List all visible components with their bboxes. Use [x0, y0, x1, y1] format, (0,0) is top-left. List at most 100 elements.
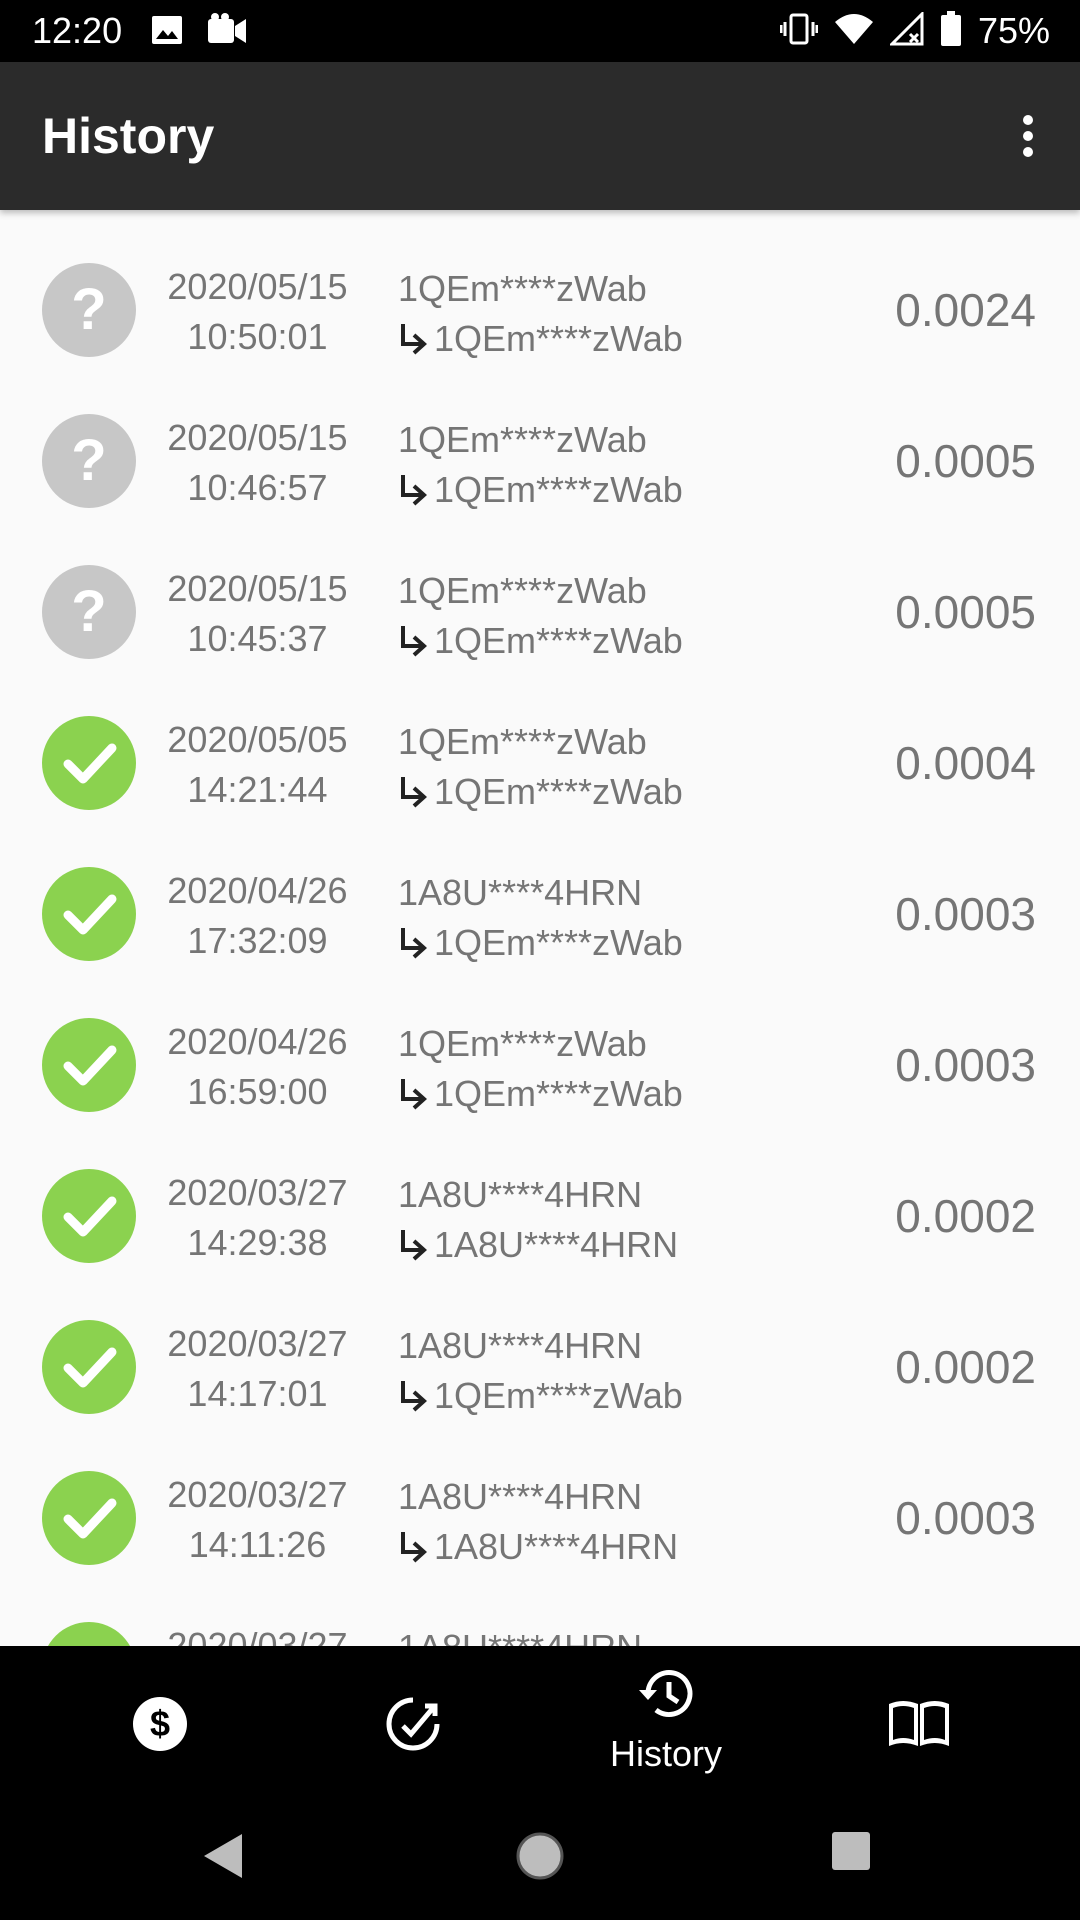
- tx-amount: 0.0003: [895, 1039, 1036, 1091]
- tx-to-address: 1QEm****zWab: [434, 1375, 683, 1416]
- list-item[interactable]: 2020/03/27 14:17:01 1A8U****4HRN 1QEm****zW…: [0, 1267, 1080, 1418]
- nav-label-history: History: [609, 1733, 722, 1774]
- tx-to-row: 1A8U****4HRN: [398, 1522, 678, 1572]
- arrow-down-right-icon: [401, 626, 427, 657]
- home-button[interactable]: [514, 1830, 566, 1887]
- check-circle-icon: [42, 1320, 136, 1414]
- question-circle-icon: ?: [42, 263, 136, 357]
- tx-addresses: 1A8U****4HRN 1A8U****4HRN: [398, 1472, 678, 1572]
- tx-amount: 0.0004: [895, 737, 1036, 789]
- tx-time: 17:32:09: [187, 920, 328, 961]
- arrow-down-right-icon: [401, 1381, 427, 1412]
- tx-date: 2020/03/27: [167, 1625, 348, 1646]
- tx-to-row: 1QEm****zWab: [398, 616, 683, 666]
- tx-date: 2020/03/27: [167, 1323, 348, 1364]
- list-item[interactable]: ? 2020/05/15 10:45:37 1QEm****zWab 1QEm****z…: [0, 512, 1080, 663]
- arrow-down-right-icon: [401, 928, 427, 959]
- status-time: 12:20: [32, 10, 123, 51]
- tx-date: 2020/05/15: [167, 568, 348, 609]
- tx-date: 2020/03/27: [167, 1474, 348, 1515]
- list-item[interactable]: ? 2020/05/15 10:46:57 1QEm****zWab 1QEm****z…: [0, 361, 1080, 512]
- svg-text:$: $: [150, 1703, 170, 1744]
- tx-time: 14:21:44: [187, 769, 328, 810]
- tx-from-address: 1A8U****4HRN: [398, 1174, 643, 1215]
- tx-addresses: 1A8U****4HRN 1QEm****zWab: [398, 1321, 683, 1421]
- recents-icon: [832, 1832, 870, 1870]
- tx-datetime: 2020/05/15 10:46:57: [150, 413, 365, 513]
- status-right: 75%: [779, 9, 1050, 53]
- status-left-icons: [150, 13, 248, 52]
- arrow-down-right-icon: [401, 1532, 427, 1563]
- tx-to-row: 1QEm****zWab: [398, 767, 683, 817]
- list-item[interactable]: 2020/03/27 14:29:38 1A8U****4HRN 1A8U****4H…: [0, 1116, 1080, 1267]
- tx-amount: 0.0002: [895, 1190, 1036, 1242]
- tx-amount: 0.0005: [895, 586, 1036, 638]
- video-icon: [206, 13, 248, 52]
- recents-button[interactable]: [830, 1830, 872, 1877]
- history-icon: [639, 1670, 693, 1717]
- check-circle-icon: [42, 1471, 136, 1565]
- nav-item-send[interactable]: [278, 1646, 548, 1800]
- tx-to-address: 1A8U****4HRN: [434, 1526, 679, 1567]
- tx-datetime: 2020/03/27: [150, 1621, 365, 1646]
- question-circle-icon: ?: [42, 565, 136, 659]
- app-bar: History: [0, 62, 1080, 210]
- tx-from-address: 1A8U****4HRN: [398, 1476, 643, 1517]
- tx-addresses: 1A8U****4HRN 1A8U****4HRN: [398, 1170, 678, 1270]
- tx-addresses: 1QEm****zWab 1QEm****zWab: [398, 717, 683, 817]
- tx-amount: 0.0003: [895, 888, 1036, 940]
- list-item[interactable]: 2020/03/27 14:11:26 1A8U****4HRN 1A8U****4H…: [0, 1418, 1080, 1569]
- nav-item-history[interactable]: History: [531, 1646, 801, 1800]
- system-nav: [0, 1800, 1080, 1920]
- tx-from-address: 1A8U****4HRN: [398, 1325, 643, 1366]
- tx-datetime: 2020/05/15 10:45:37: [150, 564, 365, 664]
- page-title: History: [42, 108, 215, 164]
- tx-addresses: 1QEm****zWab 1QEm****zWab: [398, 1019, 683, 1119]
- arrow-down-right-icon: [401, 475, 427, 506]
- wifi-icon: [834, 12, 874, 51]
- tx-to-address: 1QEm****zWab: [434, 922, 683, 963]
- tx-from-address: 1QEm****zWab: [398, 268, 647, 309]
- svg-text:?: ?: [71, 277, 106, 342]
- tx-to-row: 1QEm****zWab: [398, 465, 683, 515]
- tx-to-address: 1QEm****zWab: [434, 771, 683, 812]
- tx-to-address: 1QEm****zWab: [434, 469, 683, 510]
- list-item[interactable]: ? 2020/05/15 10:50:01 1QEm****zWab 1QEm****z…: [0, 210, 1080, 361]
- check-circle-icon: [42, 867, 136, 961]
- arrow-down-right-icon: [401, 777, 427, 808]
- battery-percent: 75%: [977, 10, 1050, 51]
- list-item[interactable]: 2020/04/26 17:32:09 1A8U****4HRN 1QEm****zW…: [0, 814, 1080, 965]
- tx-to-address: 1A8U****4HRN: [434, 1224, 679, 1265]
- tx-to-row: 1QEm****zWab: [398, 1069, 683, 1119]
- home-icon: [516, 1832, 564, 1880]
- overflow-menu-button[interactable]: [1006, 106, 1050, 166]
- tx-datetime: 2020/03/27 14:11:26: [150, 1470, 365, 1570]
- tx-to-row: 1QEm****zWab: [398, 1371, 683, 1421]
- battery-icon: [940, 10, 962, 52]
- tx-time: 10:46:57: [187, 467, 328, 508]
- tx-addresses: 1A8U****4HRN: [398, 1623, 642, 1646]
- list-item[interactable]: 2020/04/26 16:59:00 1QEm****zWab 1QEm****zW…: [0, 965, 1080, 1116]
- tx-from-address: 1QEm****zWab: [398, 419, 647, 460]
- check-circle-icon: [42, 1018, 136, 1112]
- tx-time: 10:50:01: [187, 316, 328, 357]
- tx-date: 2020/05/15: [167, 266, 348, 307]
- check-circle-icon: [42, 716, 136, 810]
- list-item[interactable]: 2020/03/27 1A8U****4HRN: [0, 1569, 1080, 1646]
- svg-text:?: ?: [71, 428, 106, 493]
- tx-datetime: 2020/05/15 10:50:01: [150, 262, 365, 362]
- nav-item-guide[interactable]: [784, 1646, 1054, 1800]
- signal-icon: [888, 9, 924, 51]
- arrow-down-right-icon: [401, 1230, 427, 1261]
- book-icon: [889, 1701, 949, 1746]
- svg-text:?: ?: [71, 579, 106, 644]
- back-button[interactable]: [200, 1830, 246, 1887]
- list-item[interactable]: 2020/05/05 14:21:44 1QEm****zWab 1QEm****zW…: [0, 663, 1080, 814]
- nav-item-balance[interactable]: $: [25, 1646, 295, 1800]
- tx-time: 14:17:01: [187, 1373, 328, 1414]
- tx-datetime: 2020/03/27 14:17:01: [150, 1319, 365, 1419]
- tx-addresses: 1QEm****zWab 1QEm****zWab: [398, 415, 683, 515]
- tx-date: 2020/03/27: [167, 1172, 348, 1213]
- transaction-list[interactable]: ? 2020/05/15 10:50:01 1QEm****zWab 1QEm****z…: [0, 210, 1080, 1646]
- tx-addresses: 1QEm****zWab 1QEm****zWab: [398, 264, 683, 364]
